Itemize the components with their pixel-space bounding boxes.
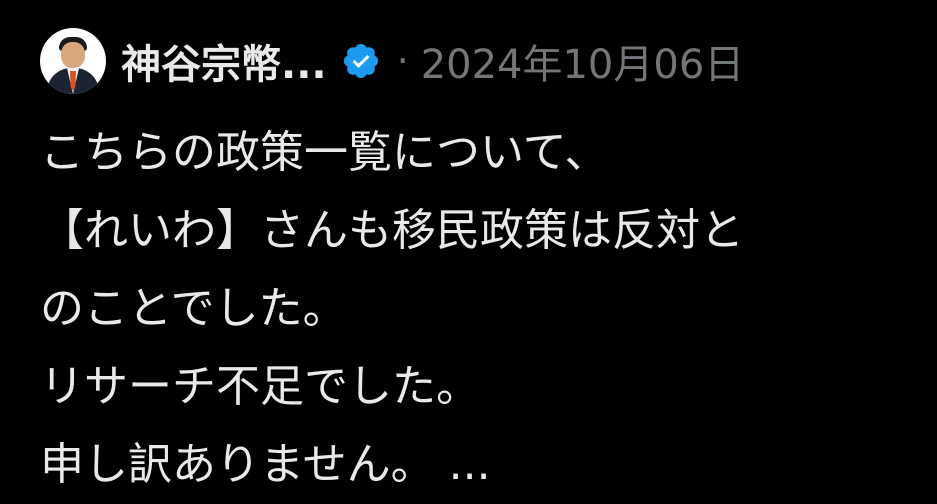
verified-badge-icon xyxy=(343,43,378,79)
post-text: こちらの政策一覧について、 【れいわ】さんも移民政策は反対と のことでした。 リ… xyxy=(40,114,920,504)
post-header: 神谷宗幣... · 2024年10月06日 xyxy=(40,26,744,96)
post-text-line[interactable]: 申し訳ありません。 ... xyxy=(40,426,920,504)
post-text-line: 【れいわ】さんも移民政策は反対と xyxy=(40,205,744,256)
separator-dot: · xyxy=(396,39,409,83)
post-text-line: リサーチ不足でした。 xyxy=(40,361,480,412)
post-text-line: のことでした。 xyxy=(40,283,347,334)
author-avatar[interactable] xyxy=(40,28,106,94)
post: 神谷宗幣... · 2024年10月06日 こちらの政策一覧について、 【れいわ… xyxy=(0,0,937,503)
author-name[interactable]: 神谷宗幣... xyxy=(121,32,327,90)
post-text-line: こちらの政策一覧について、 xyxy=(40,127,609,178)
post-date[interactable]: 2024年10月06日 xyxy=(421,32,745,90)
